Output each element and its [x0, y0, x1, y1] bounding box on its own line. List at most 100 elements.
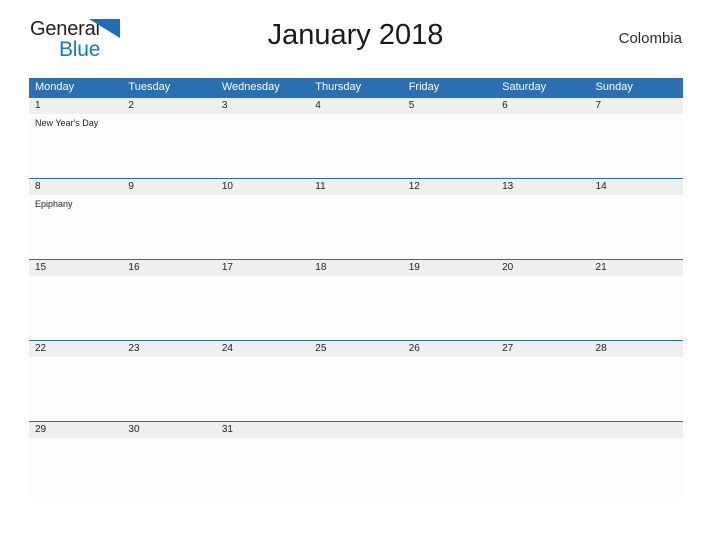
day-cell[interactable] [122, 438, 215, 502]
day-cell[interactable] [216, 357, 309, 421]
day-cell[interactable] [403, 276, 496, 340]
weekday-header-row: Monday Tuesday Wednesday Thursday Friday… [29, 78, 683, 97]
day-number[interactable]: 24 [216, 341, 309, 357]
day-number[interactable]: 22 [29, 341, 122, 357]
day-cell[interactable] [122, 114, 215, 178]
week-date-band: 1 2 3 4 5 6 7 [29, 98, 683, 114]
day-number[interactable]: 26 [403, 341, 496, 357]
day-number[interactable]: 3 [216, 98, 309, 114]
day-cell[interactable] [216, 114, 309, 178]
week-row: 29 30 31 [29, 421, 683, 502]
day-cell[interactable] [309, 276, 402, 340]
day-number-empty [496, 422, 589, 438]
day-number[interactable]: 21 [590, 260, 683, 276]
day-number[interactable]: 8 [29, 179, 122, 195]
day-number[interactable]: 29 [29, 422, 122, 438]
day-number[interactable]: 4 [309, 98, 402, 114]
weekday-tuesday: Tuesday [128, 81, 171, 93]
day-number-empty [590, 422, 683, 438]
day-number-empty [403, 422, 496, 438]
day-number[interactable]: 14 [590, 179, 683, 195]
day-cell[interactable] [403, 114, 496, 178]
week-row: 8 9 10 11 12 13 14 Epiphany [29, 178, 683, 259]
day-cell[interactable] [122, 195, 215, 259]
week-event-band [29, 357, 683, 421]
day-number[interactable]: 6 [496, 98, 589, 114]
day-number[interactable]: 19 [403, 260, 496, 276]
day-cell[interactable] [403, 357, 496, 421]
day-number[interactable]: 12 [403, 179, 496, 195]
day-cell[interactable] [496, 195, 589, 259]
page-header: General Blue January 2018 Colombia [29, 0, 682, 60]
calendar-page: General Blue January 2018 Colombia Monda… [0, 0, 712, 550]
day-cell-empty [403, 438, 496, 502]
day-number[interactable]: 18 [309, 260, 402, 276]
week-event-band [29, 276, 683, 340]
day-cell-empty [590, 438, 683, 502]
day-cell[interactable] [29, 357, 122, 421]
week-date-band: 22 23 24 25 26 27 28 [29, 341, 683, 357]
day-number[interactable]: 16 [122, 260, 215, 276]
day-cell[interactable]: New Year's Day [29, 114, 122, 178]
week-date-band: 8 9 10 11 12 13 14 [29, 179, 683, 195]
day-cell[interactable] [309, 114, 402, 178]
weekday-friday: Friday [408, 81, 440, 93]
day-cell[interactable] [403, 195, 496, 259]
day-number[interactable]: 27 [496, 341, 589, 357]
day-number[interactable]: 5 [403, 98, 496, 114]
week-event-band [29, 438, 683, 502]
day-cell[interactable] [590, 195, 683, 259]
day-cell[interactable] [309, 357, 402, 421]
weekday-saturday: Saturday [502, 81, 547, 93]
weekday-sunday: Sunday [595, 81, 633, 93]
day-cell[interactable] [496, 114, 589, 178]
day-cell[interactable] [29, 276, 122, 340]
day-cell[interactable] [216, 195, 309, 259]
day-cell[interactable] [216, 438, 309, 502]
day-number[interactable]: 15 [29, 260, 122, 276]
day-number[interactable]: 28 [590, 341, 683, 357]
day-cell[interactable] [590, 114, 683, 178]
day-cell-empty [496, 438, 589, 502]
day-cell[interactable] [496, 357, 589, 421]
day-number[interactable]: 11 [309, 179, 402, 195]
day-cell[interactable] [122, 276, 215, 340]
week-row: 22 23 24 25 26 27 28 [29, 340, 683, 421]
calendar-grid: Monday Tuesday Wednesday Thursday Friday… [29, 78, 683, 502]
week-event-band: Epiphany [29, 195, 683, 259]
week-row: 1 2 3 4 5 6 7 New Year's Day [29, 97, 683, 178]
page-title: January 2018 [267, 19, 444, 51]
day-number[interactable]: 25 [309, 341, 402, 357]
day-cell[interactable] [590, 276, 683, 340]
week-date-band: 15 16 17 18 19 20 21 [29, 260, 683, 276]
day-cell[interactable] [496, 276, 589, 340]
day-cell[interactable] [122, 357, 215, 421]
day-cell[interactable]: Epiphany [29, 195, 122, 259]
week-date-band: 29 30 31 [29, 422, 683, 438]
day-number[interactable]: 10 [216, 179, 309, 195]
day-number[interactable]: 20 [496, 260, 589, 276]
day-number[interactable]: 13 [496, 179, 589, 195]
day-cell[interactable] [309, 195, 402, 259]
day-number[interactable]: 7 [590, 98, 683, 114]
day-cell[interactable] [29, 438, 122, 502]
week-event-band: New Year's Day [29, 114, 683, 178]
day-number[interactable]: 2 [122, 98, 215, 114]
country-label: Colombia [618, 30, 682, 47]
day-number[interactable]: 30 [122, 422, 215, 438]
day-number-empty [309, 422, 402, 438]
weekday-monday: Monday [35, 81, 75, 93]
holiday-label: Epiphany [35, 199, 73, 209]
week-row: 15 16 17 18 19 20 21 [29, 259, 683, 340]
weekday-thursday: Thursday [315, 81, 362, 93]
day-number[interactable]: 23 [122, 341, 215, 357]
day-cell[interactable] [216, 276, 309, 340]
day-number[interactable]: 31 [216, 422, 309, 438]
day-cell-empty [309, 438, 402, 502]
day-cell[interactable] [590, 357, 683, 421]
day-number[interactable]: 1 [29, 98, 122, 114]
holiday-label: New Year's Day [35, 118, 99, 128]
weekday-wednesday: Wednesday [221, 81, 280, 93]
day-number[interactable]: 17 [216, 260, 309, 276]
day-number[interactable]: 9 [122, 179, 215, 195]
